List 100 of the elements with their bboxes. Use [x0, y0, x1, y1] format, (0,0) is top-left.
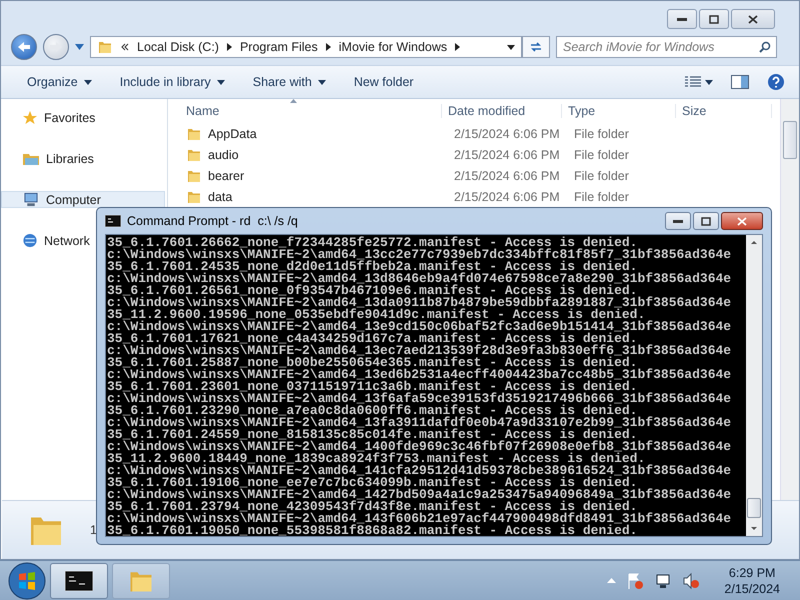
minimize-icon — [673, 220, 683, 222]
console-line: 35_6.1.7601.23601_none_03711519711c3a6b.manifest - Access is denied. — [107, 381, 638, 393]
maximize-button[interactable] — [699, 9, 729, 29]
console-line: 35_6.1.7601.26561_none_0f93547b467109e6.manifest - Access is denied. — [107, 285, 638, 297]
console-line: 35_6.1.7601.24559_none_8158135c85c014fe.manifest - Access is denied. — [107, 429, 638, 441]
type-cell-text: File folder — [573, 148, 630, 162]
forward-button[interactable] — [43, 34, 69, 60]
column-header[interactable]: Date modified — [442, 104, 562, 118]
column-header[interactable]: Size — [676, 104, 772, 118]
console-line: 35_6.1.7601.23794_none_42309543f7d43f8e.manifest - Access is denied. — [107, 501, 638, 513]
console-line: c:\Windows\winsxs\MANIFE~2\amd64_13e9cd150c06baf52fc3ad6e9b151414_31bf3856ad364e — [107, 321, 732, 333]
breadcrumb-item[interactable]: Local Disk (C:) — [137, 40, 219, 54]
minimize-icon — [677, 18, 687, 20]
file-name[interactable]: bearer — [186, 168, 448, 184]
close-button[interactable] — [731, 9, 775, 29]
console-line: 35_6.1.7601.23290_none_a7ea0c8da0600ff6.manifest - Access is denied. — [107, 405, 638, 417]
arrow-icon — [326, 43, 331, 51]
window-title: Command Prompt - rd c:\ /s /q — [127, 214, 298, 228]
console-line: 35_11.2.9600.18449_none_1839ca8924f3f753.manifest - Access is denied. — [107, 453, 646, 465]
console-line: c:\Windows\winsxs\MANIFE~2\amd64_13ed6b2531a4ecff4004423ba7cc48b5_31bf3856ad364e — [107, 369, 732, 381]
nav-item[interactable]: Favorites — [1, 109, 100, 126]
console-line: c:\Windows\winsxs\MANIFE~2\amd64_143f606b21e97acf447900498dfd8491_31bf3856ad364e — [107, 513, 732, 525]
scrollbar[interactable] — [746, 235, 762, 536]
console-line: c:\Windows\winsxs\MANIFE~2\amd64_13cc2e77c7939eb7dc334bffc81f85f7_31bf3856ad364e — [107, 249, 732, 261]
nav-item[interactable]: Computer — [1, 191, 165, 208]
console-line: 35_6.1.7601.19050_none_55398581f8868a82.manifest - Access is denied. — [107, 525, 638, 537]
type-cell-text: File folder — [573, 168, 630, 182]
search-field[interactable]: Search iMovie for Windows — [556, 36, 777, 58]
console-line: c:\Windows\winsxs\MANIFE~2\amd64_13fa3911dafdf0e0b47a9d33107e2b99_31bf3856ad364e — [107, 417, 732, 429]
caret-icon — [216, 80, 225, 84]
maximize-icon — [701, 216, 711, 226]
nav-item[interactable]: Network — [1, 232, 95, 249]
console-line: 35_6.1.7601.24535_none_d2d0e11d5ffbeb2a.manifest - Access is denied. — [107, 261, 638, 273]
arrow-icon — [455, 43, 460, 51]
column-header[interactable]: Type — [562, 104, 676, 118]
speaker-icon[interactable] — [682, 572, 700, 590]
console-icon — [65, 570, 93, 590]
back-arrow-icon — [17, 41, 31, 53]
toolbar-button[interactable]: Include in library — [120, 75, 225, 89]
preview-pane-button[interactable] — [731, 75, 749, 89]
breadcrumb-item[interactable]: Program Files — [240, 40, 318, 54]
monitor-icon[interactable] — [654, 572, 672, 590]
caret-icon[interactable] — [75, 44, 84, 50]
pane-icon — [731, 75, 749, 89]
console-icon — [105, 215, 121, 227]
console-line: c:\Windows\winsxs\MANIFE~2\amd64_1400fde969c3c46fbf07f26908e0efb8_31bf3856ad364e — [107, 441, 732, 453]
close-icon — [737, 216, 747, 226]
console-line: 35_6.1.7601.25887_none_b00be2550654e365.manifest - Access is denied. — [107, 357, 638, 369]
console-line: c:\Windows\winsxs\MANIFE~2\amd64_13da0911b87b4879be59dbbfa2891887_31bf3856ad364e — [107, 297, 732, 309]
folder-icon — [97, 39, 113, 55]
console-line: c:\Windows\winsxs\MANIFE~2\amd64_13ec7aed213539f28d3e9fa3b830eff6_31bf3856ad364e — [107, 345, 732, 357]
refresh-icon — [529, 41, 543, 53]
clock[interactable]: 6:29 PM 2/15/2024 — [724, 564, 780, 596]
address-bar[interactable]: Local Disk (C:) Program Files iMovie for Windows — [90, 36, 522, 58]
maximize-button[interactable] — [693, 212, 719, 230]
file-name[interactable]: data — [186, 188, 448, 204]
search-icon — [759, 41, 771, 53]
console-line: 35_11.2.9600.19596_none_0535ebdfe9041d9c.manifest - Access is denied. — [107, 309, 646, 321]
console-line: c:\Windows\winsxs\MANIFE~2\amd64_13d8646eb9a4fd074e67598ce7a8e290_31bf3856ad364e — [107, 273, 732, 285]
toolbar-button[interactable]: Share with — [252, 75, 326, 89]
toolbar-button[interactable]: Organize — [27, 75, 92, 89]
breadcrumb-item[interactable]: iMovie for Windows — [338, 40, 448, 54]
minimize-button[interactable] — [667, 9, 697, 29]
dropdown-icon[interactable] — [507, 44, 515, 50]
caret-icon — [84, 80, 92, 84]
help-button[interactable] — [767, 73, 785, 91]
caret-icon — [318, 80, 326, 84]
file-name[interactable]: AppData — [186, 126, 448, 142]
console-line: 35_6.1.7601.19106_none_ee7e7c7bc634099b.manifest - Access is denied. — [107, 477, 638, 489]
type-cell-text: File folder — [573, 190, 630, 204]
scroll-thumb[interactable] — [783, 121, 797, 159]
console-line: c:\Windows\winsxs\MANIFE~2\amd64_13f6afa59ce39153fd3519217496b666_31bf3856ad364e — [107, 393, 732, 405]
maximize-icon — [709, 14, 719, 24]
computer-icon — [22, 192, 40, 207]
date-cell-text: 2/15/2024 6:06 PM — [453, 148, 561, 162]
date-cell-text: 2/15/2024 6:06 PM — [453, 126, 561, 140]
views-button[interactable] — [685, 76, 713, 88]
scrollbar[interactable] — [780, 99, 799, 501]
taskbar-button[interactable] — [50, 562, 108, 598]
star-icon — [22, 110, 38, 126]
arrow-icon — [226, 43, 232, 51]
column-header[interactable]: Name — [180, 104, 442, 118]
nav-item[interactable]: Libraries — [1, 150, 99, 167]
flag-icon[interactable] — [626, 572, 644, 590]
item-count: 1 — [90, 523, 97, 537]
toolbar-button[interactable]: New folder — [354, 75, 414, 89]
console-line: c:\Windows\winsxs\MANIFE~2\amd64_1427bd509a4a1c9a253475a94096849a_31bf3856ad364e — [107, 489, 732, 501]
close-button[interactable] — [721, 212, 763, 230]
date-cell-text: 2/15/2024 6:06 PM — [453, 190, 561, 204]
network-icon — [22, 233, 38, 248]
close-icon — [748, 14, 758, 24]
file-name[interactable]: audio — [186, 146, 448, 162]
start-button[interactable] — [8, 562, 46, 600]
console-line: c:\Windows\winsxs\MANIFE~2\amd64_141cfa29512d41d59378cbe389616524_31bf3856ad364e — [107, 465, 732, 477]
scroll-thumb[interactable] — [747, 498, 761, 518]
refresh-button[interactable] — [522, 36, 550, 58]
chevron-icon — [121, 43, 129, 51]
minimize-button[interactable] — [665, 212, 691, 230]
help-icon — [767, 73, 785, 91]
back-button[interactable] — [11, 34, 37, 60]
